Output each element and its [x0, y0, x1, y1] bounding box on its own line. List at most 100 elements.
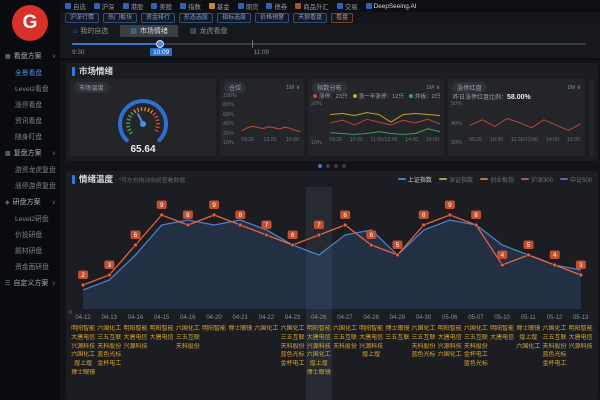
stock-name[interactable]: 金杯电工 [463, 351, 489, 360]
sidebar-item[interactable]: 价投研盘 [0, 226, 60, 242]
sidebar-item[interactable]: Level2研盘 [0, 210, 60, 226]
sidebar-section-header[interactable]: ☰自定义方案∨ [0, 274, 60, 291]
stock-name[interactable]: 六国化工 [175, 325, 201, 334]
market-tab[interactable]: 指数 [180, 2, 201, 11]
stock-name[interactable]: 煌上煌 [70, 360, 96, 369]
time-slider-track[interactable] [72, 43, 586, 45]
stock-name[interactable]: 博士眼镜 [306, 369, 332, 378]
stock-name[interactable]: 三五互联 [463, 334, 489, 343]
stock-name[interactable]: 蓝色光标 [410, 351, 436, 360]
date-cell[interactable]: 05-10 [489, 313, 515, 323]
view-tab[interactable]: ▤龙虎看盘 [180, 25, 238, 37]
stock-name[interactable]: 兴源科技 [70, 343, 96, 352]
stock-name[interactable]: 六国化工 [96, 325, 122, 334]
date-cell[interactable]: 04-13 [96, 313, 122, 323]
stock-name[interactable]: 兴源科技 [306, 343, 332, 352]
stock-name[interactable]: 天科股份 [410, 343, 436, 352]
tool-button[interactable]: 指标选股 [217, 13, 251, 23]
stock-name[interactable]: 大唐电信 [568, 334, 594, 343]
view-tab[interactable]: ⌂我的自选 [63, 25, 118, 37]
tool-button[interactable]: 热门板块 [103, 13, 137, 23]
stock-name[interactable]: 蓝色光标 [96, 351, 122, 360]
sidebar-item[interactable]: 资金面研盘 [0, 258, 60, 274]
stock-name[interactable]: 金杯电工 [280, 360, 306, 369]
view-tab[interactable]: ▤市场情绪 [120, 25, 178, 37]
pagination-dot[interactable] [318, 164, 322, 168]
stock-name[interactable]: 博士眼镜 [515, 325, 541, 334]
stock-name[interactable]: 六国化工 [253, 325, 279, 334]
date-cell[interactable]: 05-06 [437, 313, 463, 323]
market-tab[interactable]: 期货 [238, 2, 259, 11]
stock-name[interactable]: 三五互联 [384, 334, 410, 343]
stock-name[interactable]: 天科股份 [175, 343, 201, 352]
chart-legend-item[interactable]: 创业板指 [480, 175, 514, 184]
stock-name[interactable]: 博士眼镜 [227, 325, 253, 334]
stock-name[interactable]: 大唐电信 [149, 334, 175, 343]
temperature-chart[interactable]: 23698987678658984543 0 [70, 187, 594, 313]
stock-name[interactable]: 蓝色光标 [541, 351, 567, 360]
stock-name[interactable]: 三五互联 [96, 334, 122, 343]
tool-button[interactable]: 价格预警 [255, 13, 289, 23]
date-cell[interactable]: 04-26 [306, 313, 332, 323]
sidebar-item[interactable]: 涨停游资复盘 [0, 177, 60, 193]
sidebar-section-header[interactable]: ▦看盘方案∨ [0, 47, 60, 64]
stock-name[interactable]: 大唐电信 [306, 334, 332, 343]
market-tab[interactable]: 债券 [266, 2, 287, 11]
time-slider-handle[interactable] [156, 40, 164, 48]
stock-name[interactable]: 兴源科技 [437, 343, 463, 352]
date-cell[interactable]: 04-28 [358, 313, 384, 323]
chart-legend-item[interactable]: 沪深300 [521, 175, 553, 184]
sidebar-item[interactable]: 全景看盘 [0, 64, 60, 80]
chart-legend-item[interactable]: 上证指数 [398, 175, 432, 184]
sidebar-section-header[interactable]: ▩复盘方案∨ [0, 144, 60, 161]
stock-name[interactable]: 兴源科技 [122, 343, 148, 352]
period-dropdown[interactable]: 1M ∨ [286, 85, 300, 91]
date-cell[interactable]: 04-16 [175, 313, 201, 323]
stock-name[interactable]: 大唐电信 [122, 334, 148, 343]
stock-name[interactable]: 煌上煌 [306, 360, 332, 369]
stock-name[interactable]: 三五互联 [175, 334, 201, 343]
date-cell[interactable]: 04-22 [253, 313, 279, 323]
stock-name[interactable]: 三五互联 [280, 334, 306, 343]
date-cell[interactable]: 04-14 [122, 313, 148, 323]
tool-button[interactable]: 天狼看盘 [293, 13, 327, 23]
market-tab[interactable]: 基金 [209, 2, 230, 11]
stock-name[interactable]: 金杯电工 [541, 360, 567, 369]
period-dropdown[interactable]: 1M ∨ [426, 85, 440, 91]
sidebar-section-header[interactable]: ◈研盘方案∨ [0, 193, 60, 210]
stock-name[interactable]: 金杯电工 [96, 360, 122, 369]
stock-name[interactable]: 六国化工 [541, 325, 567, 334]
stock-name[interactable]: 天科股份 [463, 343, 489, 352]
stock-name[interactable]: 兴源科技 [358, 343, 384, 352]
stock-name[interactable]: 大唐电信 [358, 334, 384, 343]
stock-name[interactable]: 六国化工 [306, 351, 332, 360]
stock-name[interactable]: 兴源科技 [568, 343, 594, 352]
stock-name[interactable]: 明阳智能 [149, 325, 175, 334]
stock-name[interactable]: 明阳智能 [568, 325, 594, 334]
date-cell[interactable]: 04-12 [70, 313, 96, 323]
stock-name[interactable]: 明阳智能 [122, 325, 148, 334]
stock-name[interactable]: 明阳智能 [70, 325, 96, 334]
date-cell[interactable]: 04-15 [149, 313, 175, 323]
pagination-dot[interactable] [334, 164, 338, 168]
stock-name[interactable]: 三五互联 [332, 334, 358, 343]
date-cell[interactable]: 04-21 [227, 313, 253, 323]
market-tab[interactable]: 自选 [65, 2, 86, 11]
tool-button[interactable]: 沪深行情 [65, 13, 99, 23]
tool-button[interactable]: 形态选股 [179, 13, 213, 23]
stock-name[interactable]: 蓝色光标 [280, 351, 306, 360]
app-logo[interactable]: G [12, 5, 48, 41]
date-cell[interactable]: 04-27 [332, 313, 358, 323]
market-tab[interactable]: 沪深 [94, 2, 115, 11]
sidebar-item[interactable]: 题材研盘 [0, 242, 60, 258]
market-tab[interactable]: 港股 [123, 2, 144, 11]
date-cell[interactable]: 05-13 [568, 313, 594, 323]
date-cell[interactable]: 04-30 [410, 313, 436, 323]
market-tab[interactable]: 交易 [337, 2, 358, 11]
stock-name[interactable]: 博士眼镜 [384, 325, 410, 334]
stock-name[interactable]: 明阳智能 [489, 325, 515, 334]
stock-name[interactable]: 天科股份 [541, 343, 567, 352]
stock-name[interactable]: 六国化工 [437, 351, 463, 360]
date-cell[interactable]: 05-12 [541, 313, 567, 323]
date-cell[interactable]: 05-11 [515, 313, 541, 323]
